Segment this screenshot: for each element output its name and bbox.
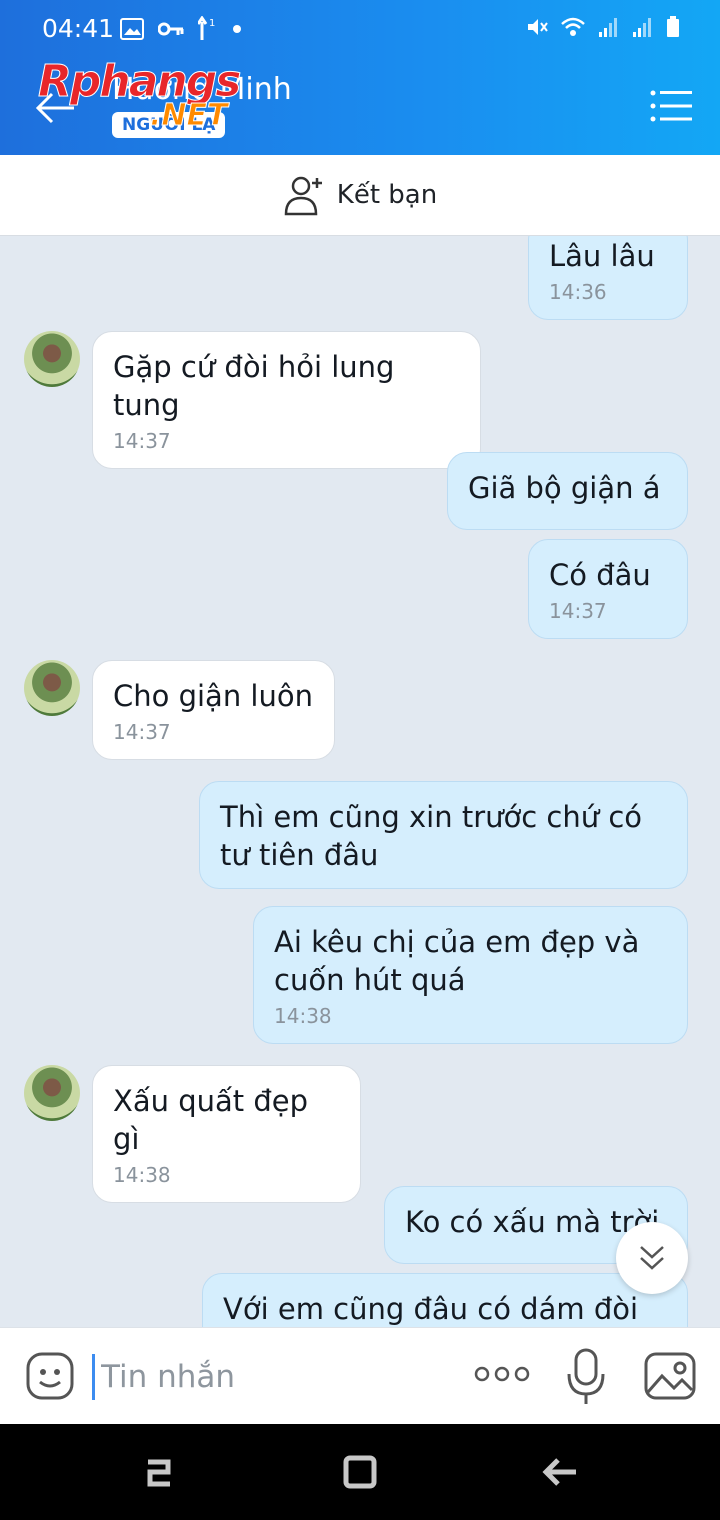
message-time: 14:38 <box>113 1163 171 1187</box>
status-time: 04:41 <box>42 14 115 43</box>
emoji-icon[interactable] <box>26 1352 74 1400</box>
signal-icon <box>599 18 617 37</box>
message-bubble-outgoing[interactable]: Có đâu 14:37 <box>528 539 688 639</box>
back-icon[interactable] <box>540 1452 580 1492</box>
menu-icon[interactable] <box>650 90 692 122</box>
svg-text:1: 1 <box>209 18 215 29</box>
message-time: 14:37 <box>549 599 607 623</box>
add-friend-bar[interactable]: Kết bạn <box>0 155 720 236</box>
image-icon <box>120 18 144 40</box>
wifi-icon <box>561 17 585 36</box>
signal-icon <box>633 18 651 37</box>
watermark-logo: Rphangs .NET <box>37 56 241 134</box>
home-icon[interactable] <box>340 1452 380 1492</box>
status-bar: 04:41 1 <box>0 0 720 58</box>
message-list[interactable]: Lâu lâu 14:36 Gặp cứ đòi hỏi lung tung 1… <box>0 236 720 1327</box>
dot-icon <box>233 25 241 33</box>
message-text: Lâu lâu <box>549 239 655 273</box>
message-bubble-incoming[interactable]: Xấu quất đẹp gì 14:38 <box>92 1065 361 1203</box>
message-text: Giã bộ giận á <box>468 471 661 505</box>
more-options-icon[interactable] <box>474 1362 530 1386</box>
avatar[interactable] <box>24 660 80 716</box>
avatar[interactable] <box>24 331 80 387</box>
chat-header: 04:41 1 Hương Minh NGƯỜI LẠ Rphangs .NET <box>0 0 720 155</box>
scroll-to-bottom-button[interactable] <box>616 1222 688 1294</box>
message-text: Gặp cứ đòi hỏi lung tung <box>113 350 395 422</box>
system-navigation-bar <box>0 1424 720 1520</box>
composer-bar <box>0 1327 720 1425</box>
message-input[interactable] <box>92 1354 463 1400</box>
key-icon <box>158 22 184 36</box>
message-text: Ai kêu chị của em đẹp và cuốn hút quá <box>274 925 640 997</box>
message-time: 14:37 <box>113 720 171 744</box>
message-text: Xấu quất đẹp gì <box>113 1084 309 1156</box>
message-text: Cho giận luôn <box>113 679 313 713</box>
data-arrow-icon: 1 <box>198 16 215 40</box>
recent-apps-icon[interactable] <box>140 1452 180 1492</box>
message-bubble-outgoing[interactable]: Ai kêu chị của em đẹp và cuốn hút quá 14… <box>253 906 688 1044</box>
battery-icon <box>667 16 679 37</box>
add-friend-icon <box>284 176 322 216</box>
double-chevron-down-icon <box>640 1246 664 1270</box>
message-bubble-outgoing[interactable]: Giã bộ giận á <box>447 452 688 530</box>
message-bubble-incoming[interactable]: Cho giận luôn 14:37 <box>92 660 335 760</box>
add-friend-label: Kết bạn <box>336 180 438 210</box>
message-time: 14:37 <box>113 429 171 453</box>
message-time: 14:38 <box>274 1004 332 1028</box>
microphone-icon[interactable] <box>566 1348 606 1406</box>
image-icon[interactable] <box>644 1352 696 1400</box>
message-text: Có đâu <box>549 558 651 592</box>
message-text: Thì em cũng xin trước chứ có tư tiên đâu <box>220 800 643 872</box>
avatar[interactable] <box>24 1065 80 1121</box>
message-bubble-outgoing[interactable]: Thì em cũng xin trước chứ có tư tiên đâu <box>199 781 688 889</box>
message-bubble-outgoing[interactable]: Lâu lâu 14:36 <box>528 236 688 320</box>
message-text: Ko có xấu mà trời <box>405 1205 660 1239</box>
mute-icon <box>528 19 548 35</box>
message-bubble-outgoing[interactable]: Với em cũng đâu có dám đòi <box>202 1273 688 1327</box>
message-text: Với em cũng đâu có dám đòi <box>223 1292 639 1326</box>
message-time: 14:36 <box>549 280 607 304</box>
message-bubble-incoming[interactable]: Gặp cứ đòi hỏi lung tung 14:37 <box>92 331 481 469</box>
